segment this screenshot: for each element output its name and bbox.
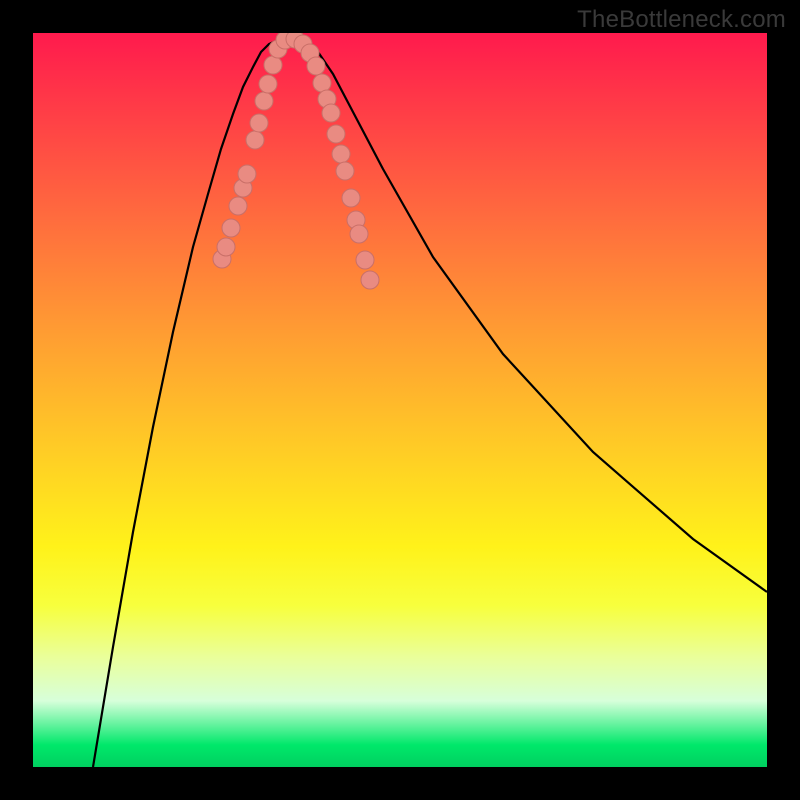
marker-dot [361,271,379,289]
marker-dot [229,197,247,215]
marker-dot [217,238,235,256]
marker-dot [250,114,268,132]
marker-dot [222,219,240,237]
marker-dot [336,162,354,180]
marker-dot [255,92,273,110]
marker-dot [313,74,331,92]
plot-area [33,33,767,767]
watermark-text: TheBottleneck.com [577,6,786,34]
marker-dot [246,131,264,149]
marker-dot [238,165,256,183]
marker-dot [342,189,360,207]
marker-dot [327,125,345,143]
marker-dot [332,145,350,163]
marker-dot [307,57,325,75]
chart-frame: TheBottleneck.com [0,0,800,800]
marker-dot [322,104,340,122]
bottleneck-curve [93,38,767,767]
marker-group [213,33,379,289]
marker-dot [350,225,368,243]
marker-dot [259,75,277,93]
chart-svg [33,33,767,767]
marker-dot [264,56,282,74]
marker-dot [356,251,374,269]
